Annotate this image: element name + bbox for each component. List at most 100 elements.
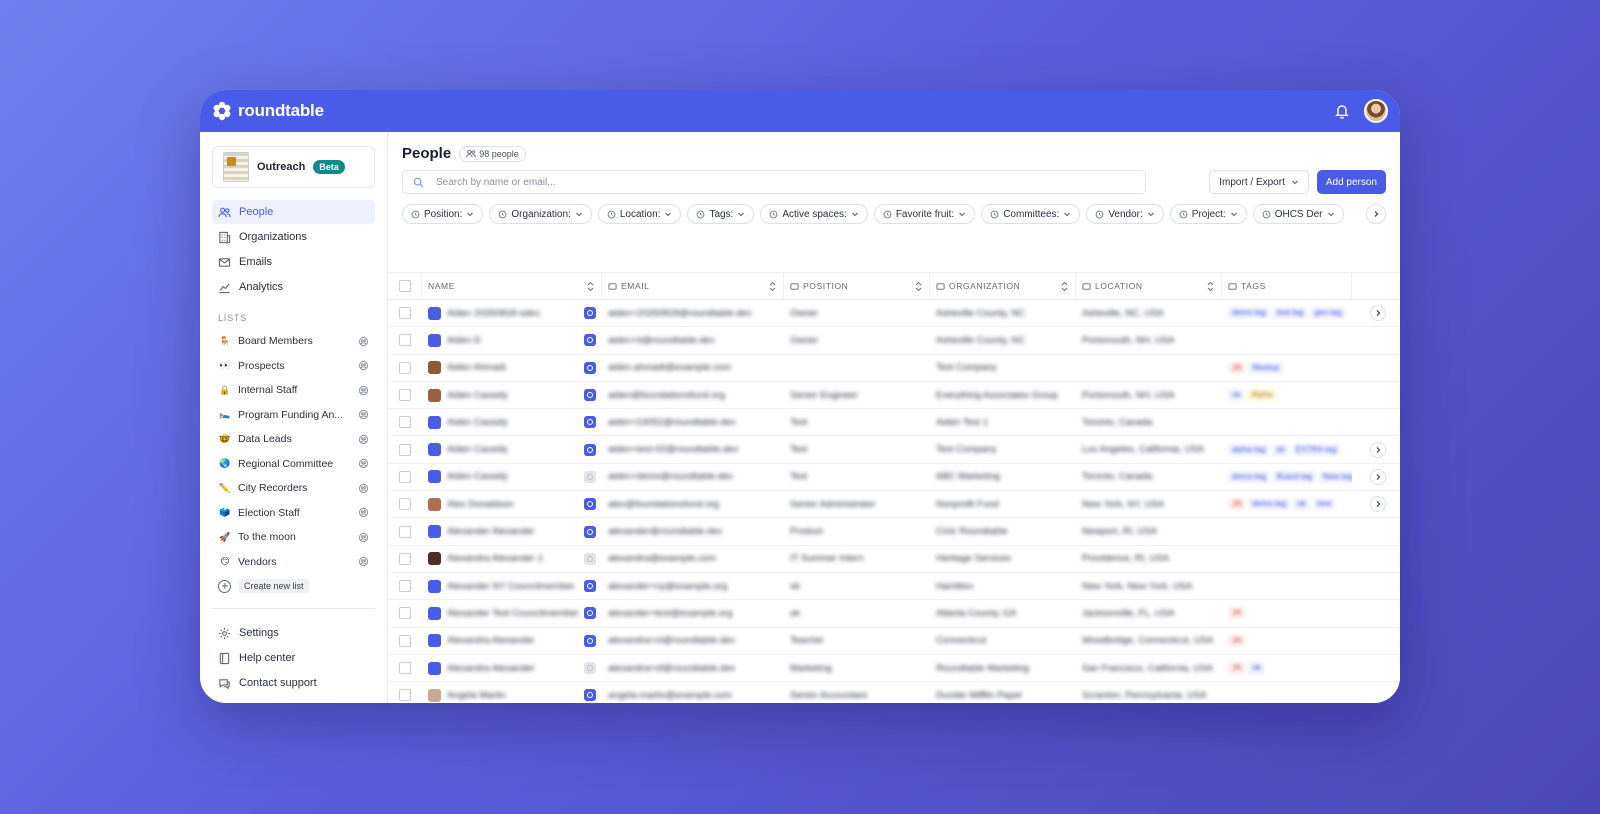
sidebar-item-emails[interactable]: Emails [212, 250, 375, 274]
row-checkbox[interactable] [399, 416, 411, 429]
list-item[interactable]: 😏 Vendors [212, 550, 375, 575]
shared-icon[interactable] [358, 434, 369, 445]
table-row[interactable]: Aiden Cassidy aiden+test-02@roundtable.d… [388, 436, 1400, 464]
shared-icon[interactable] [358, 483, 369, 494]
tags-cell[interactable]: ok Alpha [1222, 382, 1352, 408]
sidebar-item-people[interactable]: People [212, 200, 375, 224]
tags-cell[interactable]: demo-tag Board-tag New-tag [1222, 464, 1352, 490]
email-cell[interactable]: alexandra+ct@roundtable.dev [602, 628, 784, 654]
shared-icon[interactable] [358, 336, 369, 347]
tags-cell[interactable]: JA [1222, 600, 1352, 626]
tag-pill[interactable]: demo-tag [1248, 498, 1291, 511]
add-person-button[interactable]: Add person [1316, 170, 1386, 194]
filter-chip[interactable]: Location: [597, 204, 682, 224]
organization-cell[interactable]: Heritage Services [930, 546, 1076, 572]
list-item[interactable]: 🗳️ Election Staff [212, 501, 375, 526]
more-tags-button[interactable] [1370, 305, 1386, 322]
tag-pill[interactable]: ok [1228, 389, 1245, 402]
shared-icon[interactable] [358, 409, 369, 420]
row-checkbox[interactable] [399, 580, 411, 593]
email-cell[interactable]: aiden+d@roundtable.dev [602, 327, 784, 353]
row-checkbox[interactable] [399, 307, 411, 320]
bell-icon[interactable] [1334, 103, 1350, 119]
organization-cell[interactable]: Aiden Test 1 [930, 409, 1076, 435]
tags-cell[interactable] [1222, 573, 1352, 599]
email-cell[interactable]: aiden+demo@roundtable.dev [602, 464, 784, 490]
organization-cell[interactable]: ABC Marketing [930, 464, 1076, 490]
workspace-switcher[interactable]: Outreach Beta [212, 146, 375, 188]
tag-pill[interactable]: ok [1272, 443, 1289, 456]
name-cell[interactable]: Aiden Cassidy [422, 436, 602, 462]
list-item[interactable]: 🛌 Program Funding An... [212, 403, 375, 428]
tag-pill[interactable]: demo-tag [1228, 470, 1270, 483]
filter-chip[interactable]: OHCS Der [1252, 204, 1344, 224]
row-checkbox[interactable] [399, 607, 411, 620]
email-cell[interactable]: aiden+20250818@roundtable.dev [602, 300, 784, 326]
search-box[interactable] [402, 170, 1146, 194]
table-row[interactable]: Angela Martin angela.martin@example.com … [388, 682, 1400, 703]
sort-icon[interactable] [768, 281, 777, 292]
row-checkbox[interactable] [399, 662, 411, 674]
select-all-checkbox[interactable] [398, 280, 411, 292]
shared-icon[interactable] [358, 532, 369, 543]
email-cell[interactable]: alexandra@example.com [602, 546, 784, 572]
row-checkbox[interactable] [399, 443, 411, 456]
organization-cell[interactable]: Everything Associates Group [930, 382, 1076, 408]
filter-chip[interactable]: Vendor: [1086, 204, 1164, 224]
row-checkbox[interactable] [399, 334, 411, 347]
shared-icon[interactable] [358, 507, 369, 518]
tags-cell[interactable]: alpha-tag ok EXTRA-tag [1222, 436, 1352, 462]
sidebar-item-analytics[interactable]: Analytics [212, 275, 375, 299]
filter-chip[interactable]: Favorite fruit: [873, 204, 976, 224]
table-row[interactable]: Alexandra Alexander J. alexandra@example… [388, 546, 1400, 573]
name-cell[interactable]: Aiden Ahmadi [422, 355, 602, 381]
name-cell[interactable]: Aiden D [422, 327, 602, 353]
sidebar-item-contact-support[interactable]: Contact support [212, 671, 375, 695]
email-cell[interactable]: alexander@roundtable.dev [602, 518, 784, 544]
name-cell[interactable]: Alexander NY Councilmember [422, 573, 602, 599]
table-row[interactable]: Alexander NY Councilmember alexander+ny@… [388, 573, 1400, 601]
filter-chip[interactable]: Tags: [687, 204, 755, 224]
list-item[interactable]: 🌏 Regional Committee [212, 452, 375, 477]
tag-pill[interactable]: alpha-tag [1228, 443, 1270, 456]
more-tags-button[interactable] [1370, 441, 1386, 458]
table-row[interactable]: Alexander Alexander alexander@roundtable… [388, 518, 1400, 546]
email-cell[interactable]: angela.martin@example.com [602, 682, 784, 703]
row-checkbox[interactable] [399, 525, 411, 538]
tags-cell[interactable]: demo-tag test-tag gen-tag [1222, 300, 1352, 326]
search-input[interactable] [436, 176, 1135, 188]
email-cell[interactable]: aiden.ahmadi@example.com [602, 355, 784, 381]
row-checkbox[interactable] [399, 361, 411, 374]
table-row[interactable]: Aiden Cassidy aiden+demo@roundtable.dev … [388, 464, 1400, 492]
tag-pill[interactable]: new [1312, 498, 1336, 511]
sidebar-item-help-center[interactable]: Help center [212, 646, 375, 670]
shared-icon[interactable] [358, 385, 369, 396]
table-row[interactable]: Aiden Cassidy aiden+24052@roundtable.dev… [388, 409, 1400, 437]
email-cell[interactable]: aiden+test-02@roundtable.dev [602, 436, 784, 462]
tag-pill[interactable]: JA [1228, 498, 1246, 511]
email-cell[interactable]: alex@foundationsfund.org [602, 491, 784, 517]
name-cell[interactable]: Aiden 20250818-sdeu [422, 300, 602, 326]
table-row[interactable]: Aiden D aiden+d@roundtable.dev Owner Ash… [388, 327, 1400, 355]
user-avatar[interactable] [1364, 99, 1388, 123]
row-checkbox[interactable] [399, 470, 411, 483]
column-header-location[interactable]: LOCATION [1076, 273, 1222, 299]
name-cell[interactable]: Angela Martin [422, 682, 602, 703]
tags-cell[interactable] [1222, 682, 1352, 703]
tags-cell[interactable] [1222, 409, 1352, 435]
name-cell[interactable]: Alexander Test Councilmember [422, 600, 602, 626]
import-export-button[interactable]: Import / Export [1209, 170, 1309, 194]
organization-cell[interactable]: Test Company [930, 436, 1076, 462]
email-cell[interactable]: aiden+24052@roundtable.dev [602, 409, 784, 435]
tags-cell[interactable] [1222, 546, 1352, 572]
table-row[interactable]: Alex Donaldson alex@foundationsfund.org … [388, 491, 1400, 519]
shared-icon[interactable] [358, 458, 369, 469]
tag-pill[interactable]: Alpha [1247, 389, 1276, 402]
list-item[interactable]: 🪑 Board Members [212, 329, 375, 354]
tag-pill[interactable]: EXTRA-tag [1291, 443, 1341, 456]
row-checkbox[interactable] [399, 689, 411, 702]
filter-chip[interactable]: Organization: [489, 204, 592, 224]
organization-cell[interactable]: Dunder Mifflin Paper [930, 682, 1076, 703]
filter-chip[interactable]: Committees: [981, 204, 1081, 224]
tag-pill[interactable]: ok [1293, 498, 1310, 511]
